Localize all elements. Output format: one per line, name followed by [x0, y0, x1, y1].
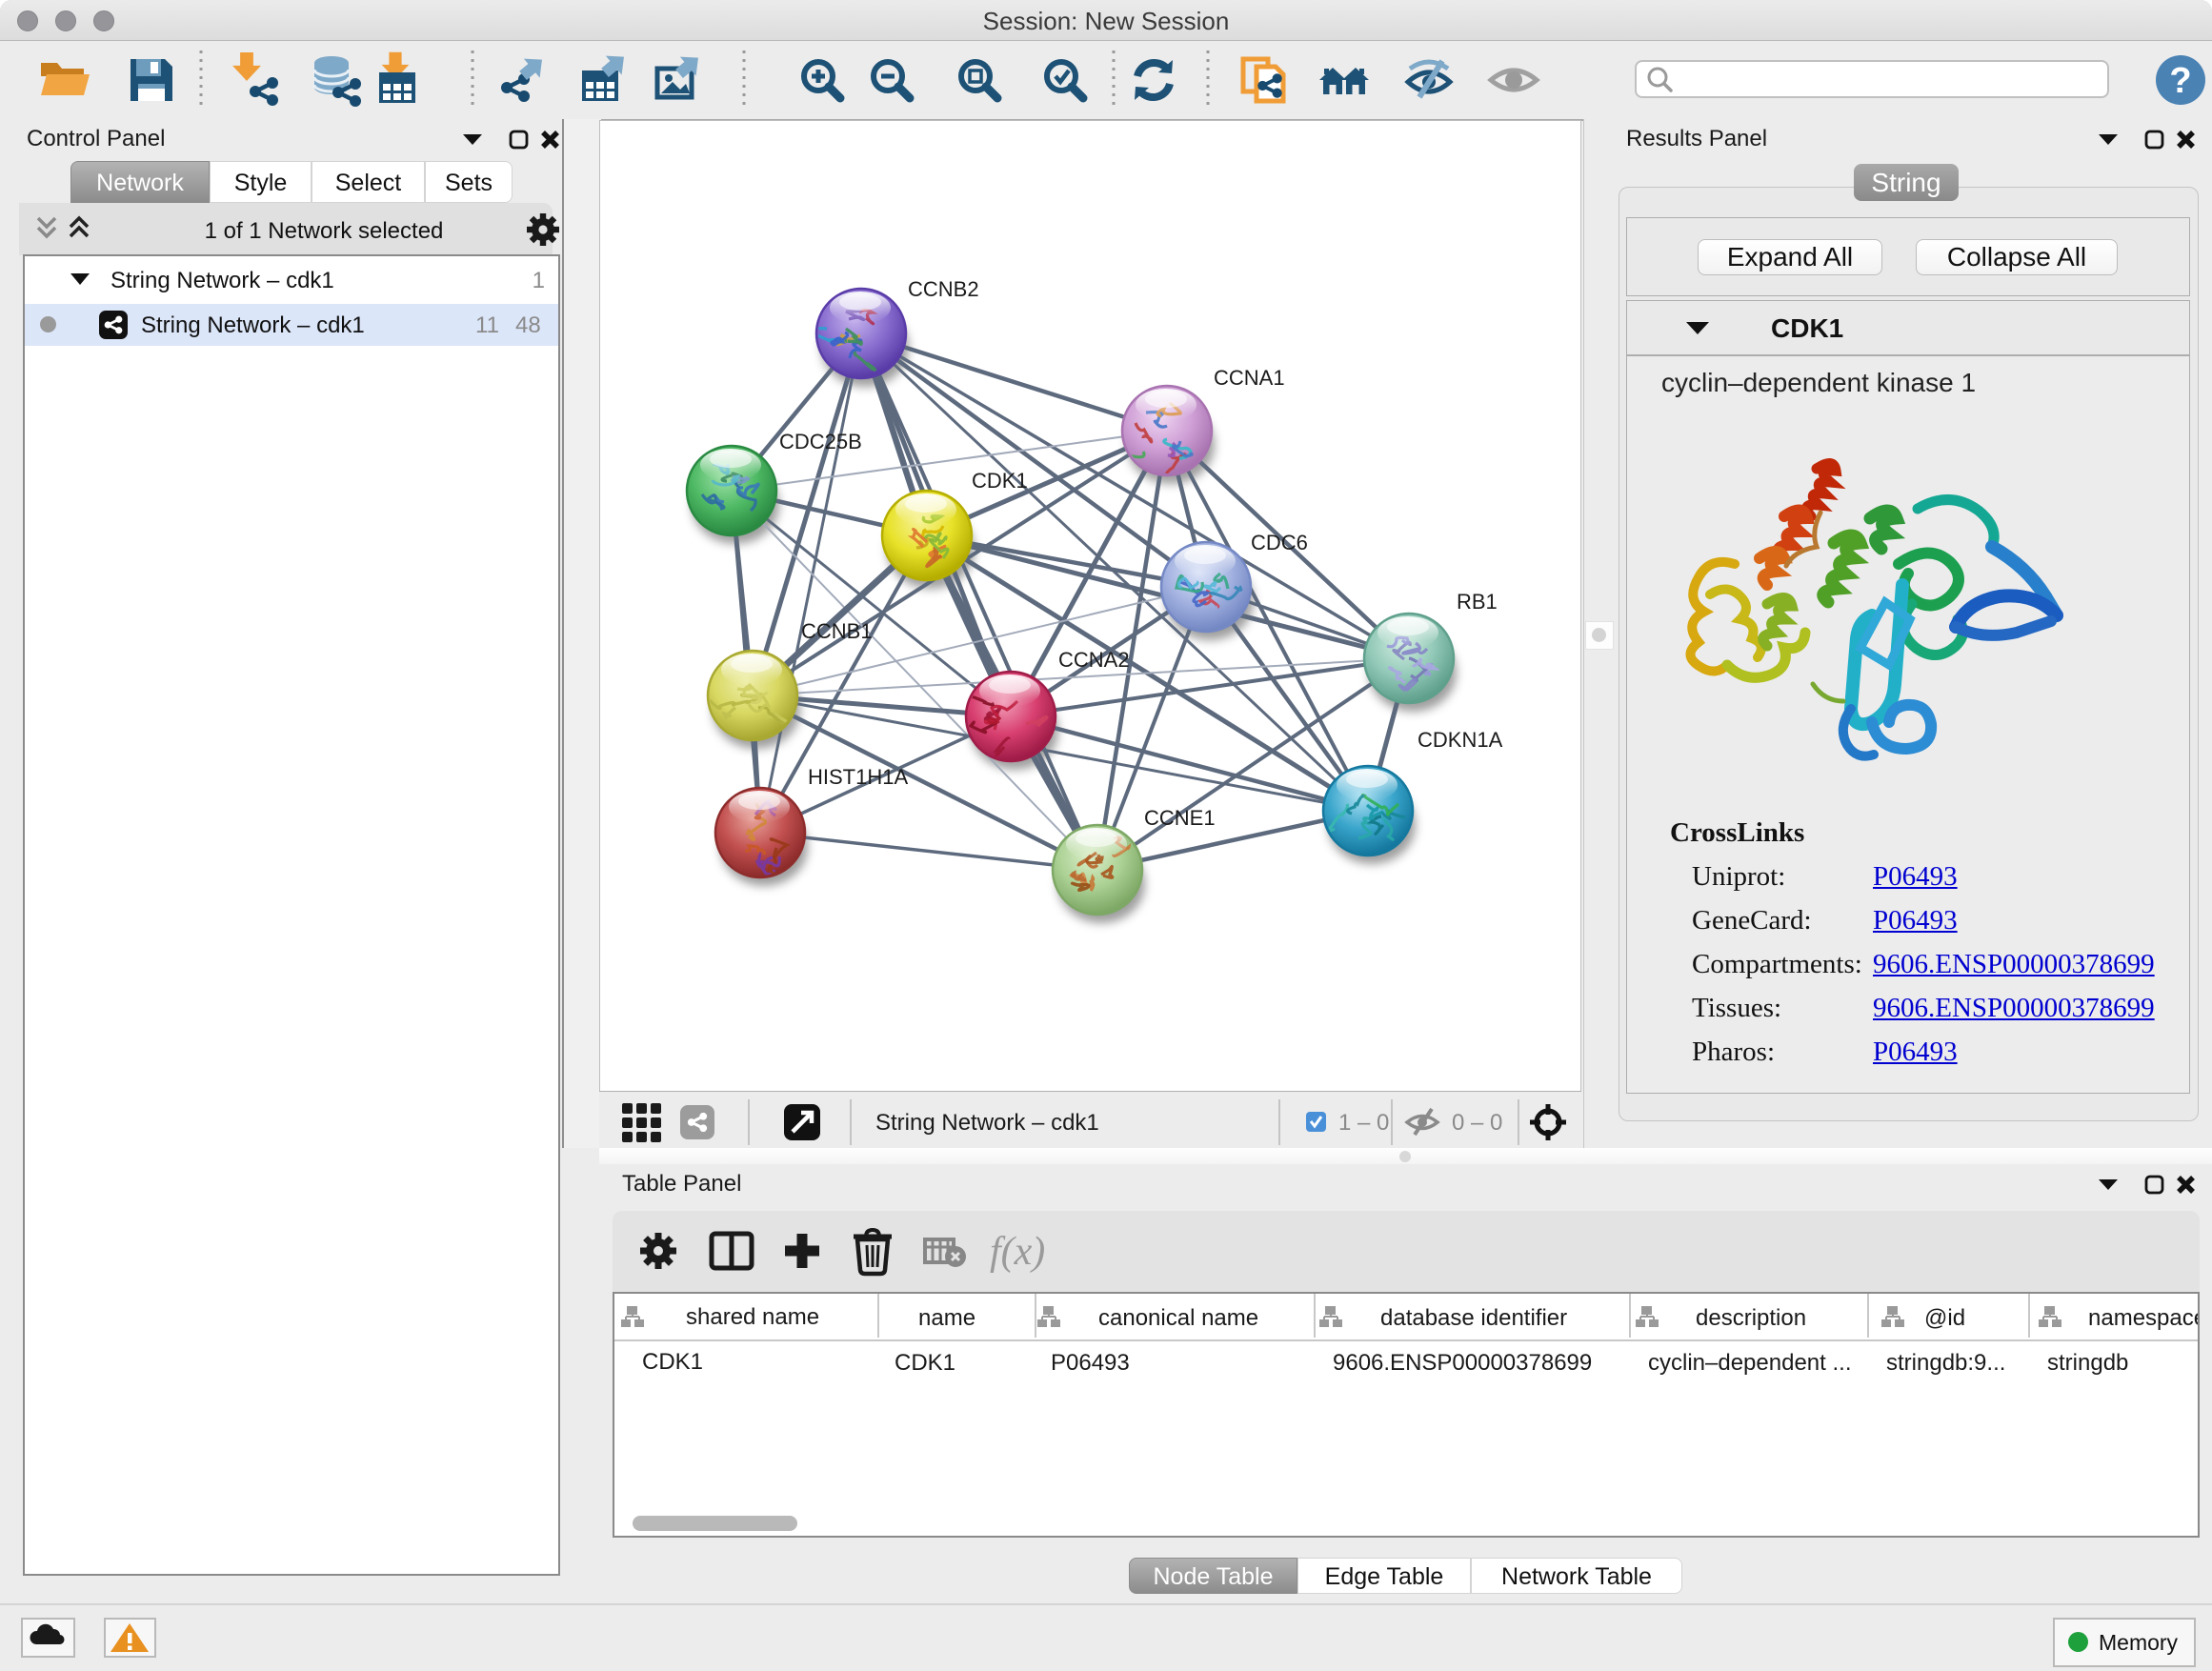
svg-text:stringdb: stringdb — [2047, 1350, 2128, 1376]
svg-text:f(x): f(x) — [990, 1230, 1045, 1274]
svg-text:CDK1: CDK1 — [642, 1349, 703, 1375]
svg-text:CDC6: CDC6 — [1251, 531, 1308, 554]
svg-text:name: name — [918, 1305, 975, 1331]
svg-text:0 – 0: 0 – 0 — [1452, 1110, 1502, 1136]
svg-text:CCNB1: CCNB1 — [801, 619, 873, 643]
svg-text:shared name: shared name — [686, 1304, 819, 1330]
svg-text:CCNB2: CCNB2 — [908, 277, 979, 301]
svg-text:9606.ENSP00000378699: 9606.ENSP00000378699 — [1333, 1350, 1592, 1376]
svg-text:CDK1: CDK1 — [895, 1350, 955, 1376]
svg-text:CCNA1: CCNA1 — [1214, 366, 1285, 390]
svg-text:CCNE1: CCNE1 — [1144, 806, 1216, 830]
svg-text:stringdb:9...: stringdb:9... — [1886, 1350, 2005, 1376]
svg-text:description: description — [1696, 1305, 1806, 1331]
svg-text:CCNA2: CCNA2 — [1058, 648, 1130, 672]
svg-text:P06493: P06493 — [1051, 1350, 1130, 1376]
svg-text:cyclin–dependent ...: cyclin–dependent ... — [1648, 1350, 1851, 1376]
svg-text:String Network – cdk1: String Network – cdk1 — [875, 1110, 1099, 1136]
svg-text:CDKN1A: CDKN1A — [1418, 728, 1503, 752]
svg-text:canonical name: canonical name — [1098, 1305, 1258, 1331]
svg-text:RB1: RB1 — [1457, 590, 1498, 614]
svg-text:CDC25B: CDC25B — [779, 430, 862, 453]
svg-text:database identifier: database identifier — [1380, 1305, 1567, 1331]
svg-text:namespace: namespace — [2088, 1305, 2198, 1331]
svg-text:?: ? — [2169, 61, 2191, 101]
svg-text:CDK1: CDK1 — [972, 469, 1028, 493]
svg-text:@id: @id — [1924, 1305, 1965, 1331]
svg-text:1 – 0: 1 – 0 — [1338, 1110, 1389, 1136]
svg-text:HIST1H1A: HIST1H1A — [808, 765, 908, 789]
